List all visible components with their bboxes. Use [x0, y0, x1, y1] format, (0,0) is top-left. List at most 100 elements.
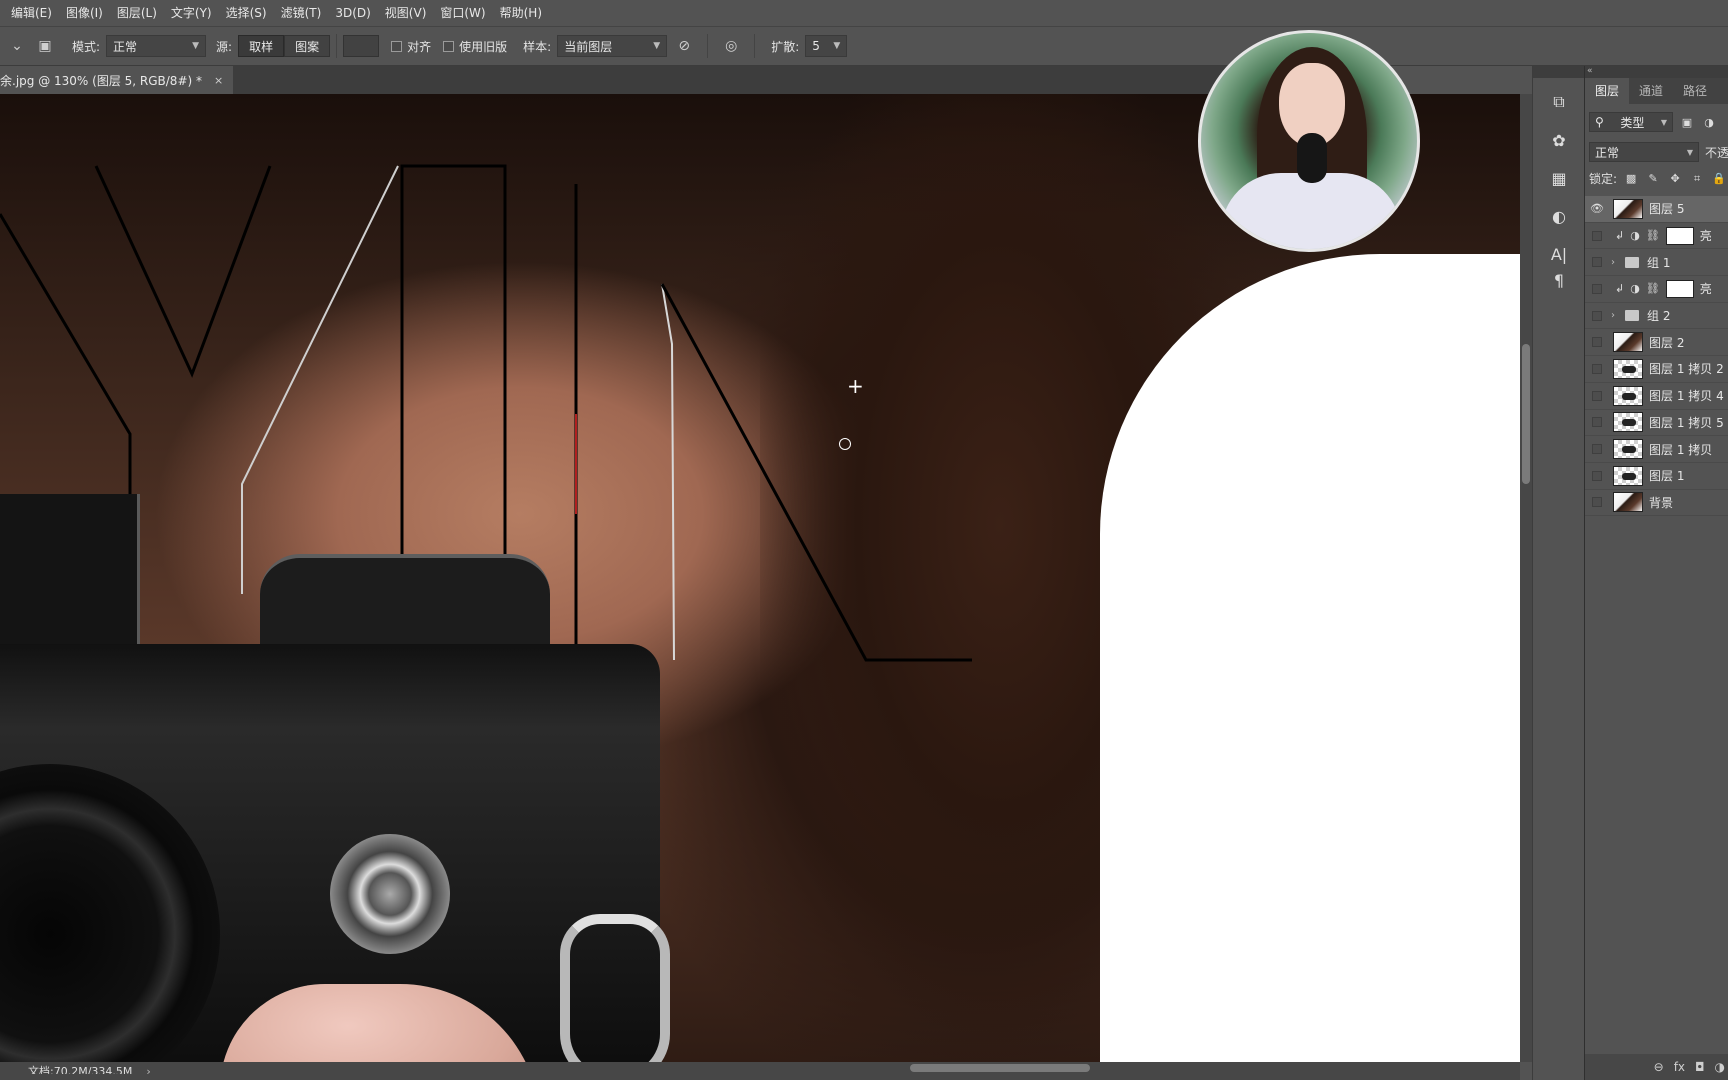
panel-tab[interactable]: 图层: [1585, 78, 1630, 104]
checkbox-box[interactable]: [443, 40, 455, 52]
menu-item[interactable]: 窗口(W): [433, 0, 492, 26]
lock-pixels-icon[interactable]: ✎: [1645, 171, 1661, 187]
collapse-bar[interactable]: «: [1585, 66, 1728, 78]
new-adjustment-icon[interactable]: ◑: [1715, 1060, 1725, 1074]
layer-row[interactable]: 图层 2: [1585, 329, 1728, 357]
ignore-adjustment-icon[interactable]: ⊘: [673, 35, 695, 57]
scrollbar-thumb[interactable]: [1522, 344, 1530, 484]
menu-item[interactable]: 图层(L): [110, 0, 164, 26]
grid-icon[interactable]: ▦: [1543, 164, 1575, 192]
checkbox-box[interactable]: [391, 40, 403, 52]
adjust-icon[interactable]: ◐: [1543, 202, 1575, 230]
sample-value: 当前图层: [564, 39, 613, 54]
menu-item[interactable]: 滤镜(T): [274, 0, 329, 26]
separator: [336, 34, 338, 58]
align-label: 对齐: [407, 39, 432, 54]
add-mask-icon[interactable]: ◘: [1695, 1060, 1705, 1074]
layer-row[interactable]: 背景: [1585, 490, 1728, 517]
layer-row[interactable]: 图层 1: [1585, 463, 1728, 490]
menu-item[interactable]: 编辑(E): [4, 0, 59, 26]
layer-row[interactable]: ↲ ◑ ⛓ 亮: [1585, 223, 1728, 250]
lock-all-icon[interactable]: 🔒: [1711, 171, 1727, 187]
panel-tab[interactable]: 通道: [1629, 78, 1673, 104]
scrollbar-thumb[interactable]: [910, 1064, 1090, 1072]
horizontal-scrollbar[interactable]: [160, 1062, 1520, 1074]
image-filter-icon[interactable]: ▣: [1679, 114, 1695, 130]
chain-link-icon[interactable]: ⛓: [1646, 282, 1660, 295]
menu-item[interactable]: 选择(S): [219, 0, 274, 26]
pattern-picker[interactable]: [343, 35, 380, 57]
layer-row[interactable]: › 组 2: [1585, 303, 1728, 330]
fx-icon[interactable]: fx: [1674, 1060, 1685, 1074]
mode-value: 正常: [113, 39, 138, 54]
type-icon[interactable]: A|: [1543, 240, 1575, 268]
paragraph-icon[interactable]: ¶: [1543, 266, 1575, 294]
layer-name: 图层 1 拷贝 5: [1649, 415, 1724, 430]
layer-row[interactable]: ↲ ◑ ⛓ 亮: [1585, 276, 1728, 303]
visibility-toggle[interactable]: [1585, 329, 1609, 355]
dropdown-arrow-icon[interactable]: ⌄: [6, 35, 28, 57]
document-tab[interactable]: 余.jpg @ 130% (图层 5, RGB/8#) * ×: [0, 66, 234, 94]
sample-select[interactable]: 当前图层 ▼: [557, 35, 668, 57]
visibility-toggle[interactable]: [1585, 249, 1609, 275]
layer-mask-thumbnail[interactable]: [1665, 226, 1694, 245]
collapse-bar[interactable]: [1533, 66, 1585, 78]
chevron-right-icon[interactable]: ›: [1611, 257, 1623, 268]
search-icon: ⚲: [1595, 115, 1604, 129]
lock-transparent-icon[interactable]: ▩: [1623, 171, 1639, 187]
menu-item[interactable]: 3D(D): [328, 0, 377, 26]
visibility-toggle[interactable]: [1585, 436, 1609, 462]
layer-row[interactable]: 图层 1 拷贝 4: [1585, 383, 1728, 410]
lock-artboard-icon[interactable]: ⌗: [1689, 171, 1705, 187]
source-pattern-button[interactable]: 图案: [284, 35, 331, 57]
clone-stamp-icon[interactable]: ▣: [34, 35, 56, 57]
visibility-toggle[interactable]: [1585, 490, 1609, 516]
blend-mode-select[interactable]: 正常 ▼: [1589, 142, 1699, 162]
diffusion-select[interactable]: 5 ▼: [805, 35, 848, 57]
layer-row[interactable]: 👁 图层 5: [1585, 196, 1728, 223]
visibility-toggle[interactable]: [1585, 463, 1609, 489]
chevron-right-icon[interactable]: ›: [1611, 310, 1623, 321]
eye-icon[interactable]: 👁: [1585, 196, 1609, 222]
layer-thumbnail: [1613, 332, 1643, 353]
menu-item[interactable]: 视图(V): [378, 0, 434, 26]
history-icon[interactable]: ⧉: [1543, 88, 1575, 116]
visibility-toggle[interactable]: [1585, 276, 1609, 302]
visibility-toggle[interactable]: [1585, 223, 1609, 249]
layer-row[interactable]: 图层 1 拷贝: [1585, 436, 1728, 463]
visibility-toggle[interactable]: [1585, 383, 1609, 409]
adjustment-filter-icon[interactable]: ◑: [1701, 114, 1717, 130]
mode-label: 模式:: [72, 39, 101, 54]
blend-row: 正常 ▼ 不透: [1585, 142, 1728, 162]
mode-select[interactable]: 正常 ▼: [106, 35, 207, 57]
layer-row[interactable]: 图层 1 拷贝 2: [1585, 356, 1728, 383]
blend-mode-value: 正常: [1595, 145, 1620, 160]
panel-tab[interactable]: 路径: [1673, 78, 1717, 104]
layer-thumbnail: [1613, 412, 1643, 433]
chain-link-icon[interactable]: ⛓: [1646, 229, 1660, 242]
menu-item[interactable]: 图像(I): [59, 0, 110, 26]
layer-filter-select[interactable]: ⚲ 类型 ▼: [1589, 112, 1673, 132]
close-icon[interactable]: ×: [214, 74, 223, 87]
sample-label: 样本:: [523, 39, 552, 54]
lock-position-icon[interactable]: ✥: [1667, 171, 1683, 187]
adjustment-icon: ◑: [1630, 229, 1640, 243]
link-layers-icon[interactable]: ⊖: [1654, 1060, 1664, 1074]
visibility-toggle[interactable]: [1585, 356, 1609, 382]
brush-preset-icon[interactable]: ✿: [1543, 126, 1575, 154]
layer-thumbnail: [1613, 385, 1643, 406]
layer-thumbnail: [1613, 492, 1643, 513]
vertical-scrollbar[interactable]: [1520, 94, 1532, 1062]
visibility-toggle[interactable]: [1585, 410, 1609, 436]
visibility-toggle[interactable]: [1585, 303, 1609, 329]
source-sample-button[interactable]: 取样: [238, 35, 285, 57]
pressure-icon[interactable]: ◎: [720, 35, 742, 57]
align-checkbox[interactable]: 对齐: [391, 38, 431, 55]
document-tab-bar: 余.jpg @ 130% (图层 5, RGB/8#) * ×: [0, 66, 1388, 94]
layer-mask-thumbnail[interactable]: [1665, 279, 1694, 298]
menu-item[interactable]: 帮助(H): [493, 0, 549, 26]
menu-item[interactable]: 文字(Y): [164, 0, 219, 26]
layer-row[interactable]: 图层 1 拷贝 5: [1585, 410, 1728, 437]
layer-row[interactable]: › 组 1: [1585, 249, 1728, 277]
legacy-checkbox[interactable]: 使用旧版: [443, 38, 507, 55]
